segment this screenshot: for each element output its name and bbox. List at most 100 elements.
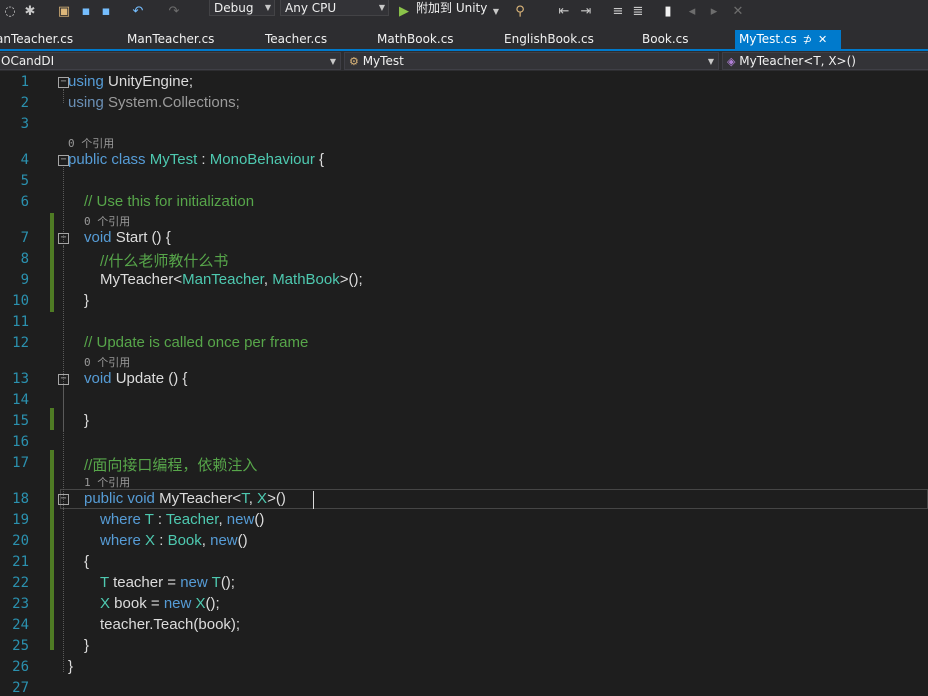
debug-step-icon[interactable]: ◌	[2, 4, 18, 20]
code-text: ,	[248, 490, 258, 507]
new-project-icon[interactable]: ✱	[22, 4, 38, 20]
code-text: Update () {	[111, 370, 188, 387]
keyword: void	[84, 370, 112, 387]
code-line: }	[84, 412, 90, 429]
line-number: 20	[12, 533, 29, 549]
code-editor[interactable]: − − − − − 1 2 3 4 5 6 7 8 9 10 11 12 13 …	[0, 71, 928, 696]
tab-manteacher-partial[interactable]: anTeacher.cs	[0, 30, 73, 49]
line-number: 26	[12, 659, 29, 675]
line-number: 21	[12, 554, 29, 570]
keyword: new	[210, 532, 238, 549]
next-bookmark-icon[interactable]: ▸	[706, 4, 722, 20]
type-param: T	[100, 574, 109, 591]
outline-guide	[63, 508, 64, 658]
prev-bookmark-icon[interactable]: ◂	[684, 4, 700, 20]
chevron-down-icon: ▼	[707, 57, 714, 66]
code-text: ();	[220, 574, 235, 591]
reference-count[interactable]: 0 个引用	[84, 213, 130, 229]
code-text: ()	[254, 511, 265, 528]
undo-icon[interactable]: ↶	[130, 4, 146, 20]
text-caret	[313, 491, 314, 509]
code-text: :	[153, 511, 166, 528]
code-text: ,	[218, 511, 227, 528]
code-line: teacher.Teach(book);	[100, 616, 241, 633]
tab-mytest[interactable]: MyTest.cs ⊅ ✕	[735, 30, 841, 49]
clear-bookmarks-icon[interactable]: ✕	[730, 4, 746, 20]
attach-to-unity-button[interactable]: 附加到 Unity	[416, 0, 487, 18]
line-number: 2	[20, 95, 29, 111]
type-param: T	[144, 511, 154, 528]
type-name: MyTest	[149, 151, 198, 168]
line-number: 12	[12, 335, 29, 351]
code-line: void Update () {	[84, 370, 187, 387]
code-line: where X : Book, new()	[100, 532, 248, 549]
line-number: 17	[12, 455, 29, 471]
type-name: Book	[167, 532, 202, 549]
code-text: book =	[110, 595, 164, 612]
keyword: using	[68, 73, 104, 90]
class-dropdown[interactable]: ⚙ MyTest ▼	[344, 52, 719, 70]
keyword: void	[84, 229, 112, 246]
comment-line: //什么老师教什么书	[100, 253, 229, 270]
type-name: Teacher	[165, 511, 219, 528]
code-line: public void MyTeacher<T, X>()	[84, 490, 286, 507]
tab-teacher[interactable]: Teacher.cs	[265, 30, 327, 49]
line-number: 19	[12, 512, 29, 528]
collapse-toggle-icon[interactable]: −	[58, 494, 69, 505]
tab-englishbook[interactable]: EnglishBook.cs	[504, 30, 594, 49]
tab-mathbook[interactable]: MathBook.cs	[377, 30, 454, 49]
navigate-forward-icon[interactable]: ⇥	[578, 4, 594, 20]
chevron-down-icon: ▼	[378, 3, 385, 12]
platform-value: Any CPU	[285, 1, 337, 15]
line-number: 10	[12, 293, 29, 309]
pin-icon[interactable]: ⊅	[803, 33, 812, 46]
project-dropdown[interactable]: OCandDI ▼	[0, 52, 341, 70]
chevron-down-icon: ▼	[264, 3, 271, 12]
line-number: 27	[12, 680, 29, 696]
platform-dropdown[interactable]: Any CPU ▼	[280, 0, 389, 16]
chevron-down-icon: ▼	[329, 57, 336, 66]
line-number: 14	[12, 392, 29, 408]
type-name: MathBook	[272, 271, 340, 288]
collapse-toggle-icon[interactable]: −	[58, 374, 69, 385]
code-text: >()	[267, 490, 286, 507]
play-icon[interactable]: ▶	[396, 4, 412, 20]
solution-config-value: Debug	[214, 1, 254, 15]
navigation-bar: OCandDI ▼ ⚙ MyTest ▼ ◈ MyTeacher<T, X>()	[0, 51, 928, 71]
keyword: class	[111, 151, 146, 168]
keyword: new	[180, 574, 208, 591]
outline-guide	[63, 386, 64, 431]
code-text: Start () {	[111, 229, 171, 246]
save-icon[interactable]: ▪	[78, 4, 94, 20]
close-icon[interactable]: ✕	[818, 33, 827, 46]
reference-count[interactable]: 1 个引用	[84, 474, 130, 490]
collapse-toggle-icon[interactable]: −	[58, 233, 69, 244]
type-param: X	[257, 490, 268, 507]
solution-config-dropdown[interactable]: Debug ▼	[209, 0, 275, 16]
reference-count[interactable]: 0 个引用	[84, 354, 130, 370]
type-param: X	[145, 532, 156, 549]
reference-count[interactable]: 0 个引用	[68, 135, 114, 151]
code-text: {	[314, 151, 325, 168]
code-line: using UnityEngine;	[68, 73, 193, 90]
save-all-icon[interactable]: ▪	[98, 4, 114, 20]
uncomment-icon[interactable]: ≣	[630, 4, 646, 20]
tab-book[interactable]: Book.cs	[642, 30, 689, 49]
change-marker	[50, 408, 54, 430]
member-name: MyTeacher<T, X>()	[739, 54, 856, 68]
comment-icon[interactable]: ≡	[610, 4, 626, 20]
chevron-down-icon[interactable]: ▼	[488, 4, 504, 20]
line-number: 11	[12, 314, 29, 330]
open-folder-icon[interactable]: ▣	[56, 4, 72, 20]
redo-icon[interactable]: ↷	[166, 4, 182, 20]
find-icon[interactable]: ⚲	[512, 4, 528, 20]
member-dropdown[interactable]: ◈ MyTeacher<T, X>()	[722, 52, 928, 70]
tab-mytest-label: MyTest.cs	[739, 32, 797, 46]
code-line: }	[68, 658, 74, 675]
code-line: X book = new X();	[100, 595, 220, 612]
navigate-icon[interactable]: ⇤	[556, 4, 572, 20]
code-line: public class MyTest : MonoBehaviour {	[68, 151, 324, 168]
tab-manteacher[interactable]: ManTeacher.cs	[127, 30, 214, 49]
bookmark-icon[interactable]: ▮	[660, 4, 676, 20]
line-number: 13	[12, 371, 29, 387]
